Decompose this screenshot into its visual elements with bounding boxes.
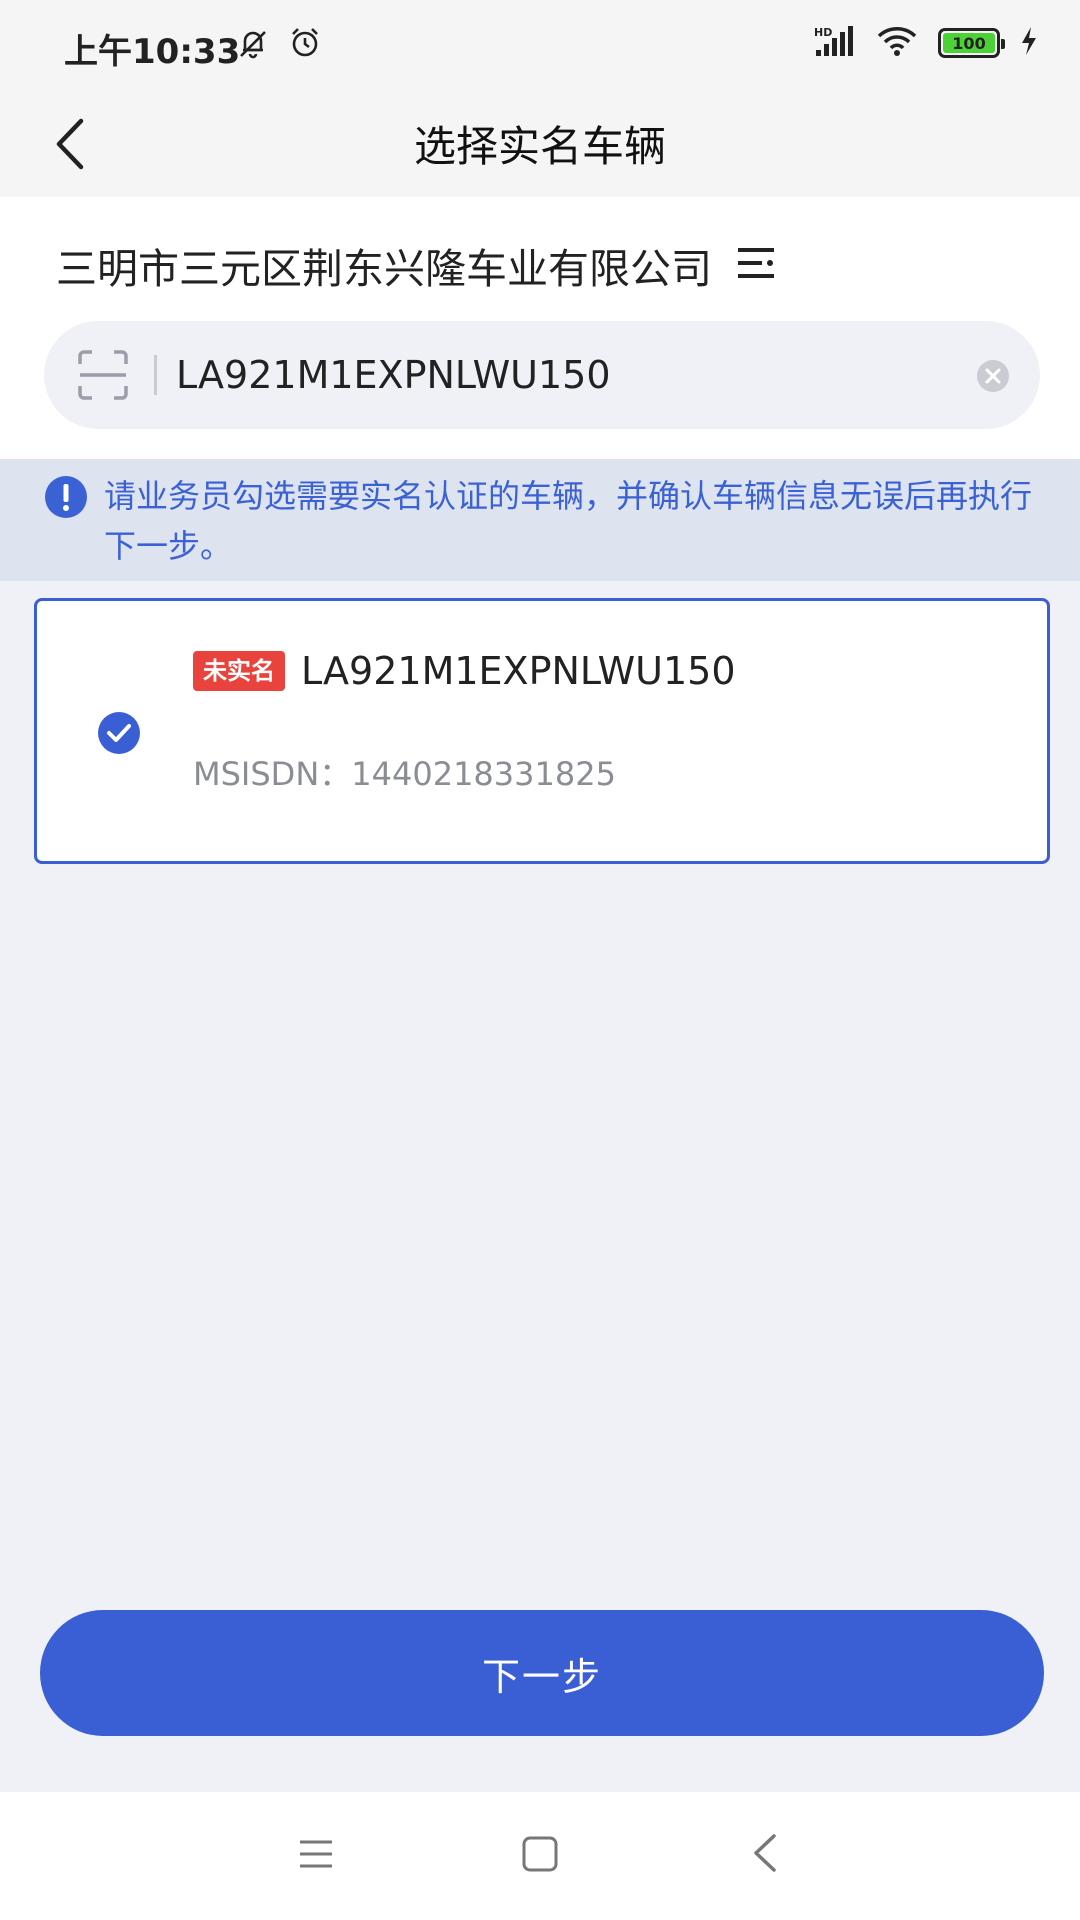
status-right-icons: HD 100 <box>814 24 1038 62</box>
svg-text:HD: HD <box>814 26 832 39</box>
nav-back-icon[interactable] <box>750 1832 780 1878</box>
filter-menu-icon[interactable] <box>738 246 778 284</box>
vehicle-card[interactable]: 未实名 LA921M1EXPNLWU150 MSISDN：14402183318… <box>34 598 1050 864</box>
filter-panel: 三明市三元区荆东兴隆车业有限公司 <box>0 197 1080 459</box>
msisdn-value: 1440218331825 <box>351 755 616 793</box>
search-bar <box>44 321 1040 429</box>
bell-muted-icon <box>236 26 270 64</box>
status-time: 上午10:33 <box>64 32 241 72</box>
header: 选择实名车辆 <box>0 95 1080 197</box>
search-divider <box>154 355 157 395</box>
system-nav-bar <box>0 1792 1080 1920</box>
notice-text: 请业务员勾选需要实名认证的车辆，并确认车辆信息无误后再执行下一步。 <box>104 477 1033 565</box>
company-selector[interactable]: 三明市三元区荆东兴隆车业有限公司 <box>56 235 778 295</box>
menu-icon[interactable] <box>298 1836 334 1876</box>
vehicle-msisdn: MSISDN：1440218331825 <box>193 749 616 795</box>
exclamation-icon <box>44 475 88 523</box>
checkbox-checked-icon[interactable] <box>97 711 141 759</box>
clear-icon[interactable] <box>976 359 1010 397</box>
status-bar: 上午10:33 HD 100 <box>0 0 1080 95</box>
vehicle-card-header: 未实名 LA921M1EXPNLWU150 <box>193 649 736 693</box>
home-icon[interactable] <box>520 1834 560 1878</box>
scan-icon[interactable] <box>76 348 130 406</box>
msisdn-label: MSISDN： <box>193 755 352 793</box>
signal-icon: HD <box>814 24 856 62</box>
notice-banner: 请业务员勾选需要实名认证的车辆，并确认车辆信息无误后再执行下一步。 <box>0 459 1080 581</box>
wifi-icon <box>876 24 918 62</box>
search-input[interactable] <box>176 345 956 405</box>
next-button[interactable]: 下一步 <box>40 1610 1044 1736</box>
alarm-clock-icon <box>288 26 322 64</box>
page-title: 选择实名车辆 <box>413 122 666 171</box>
battery-icon: 100 <box>938 28 1005 58</box>
status-badge: 未实名 <box>193 651 285 691</box>
company-name: 三明市三元区荆东兴隆车业有限公司 <box>56 245 712 293</box>
vehicle-vin: LA921M1EXPNLWU150 <box>301 649 736 693</box>
charging-icon <box>1020 26 1038 60</box>
status-left-icons <box>236 26 322 64</box>
battery-level: 100 <box>943 33 995 53</box>
